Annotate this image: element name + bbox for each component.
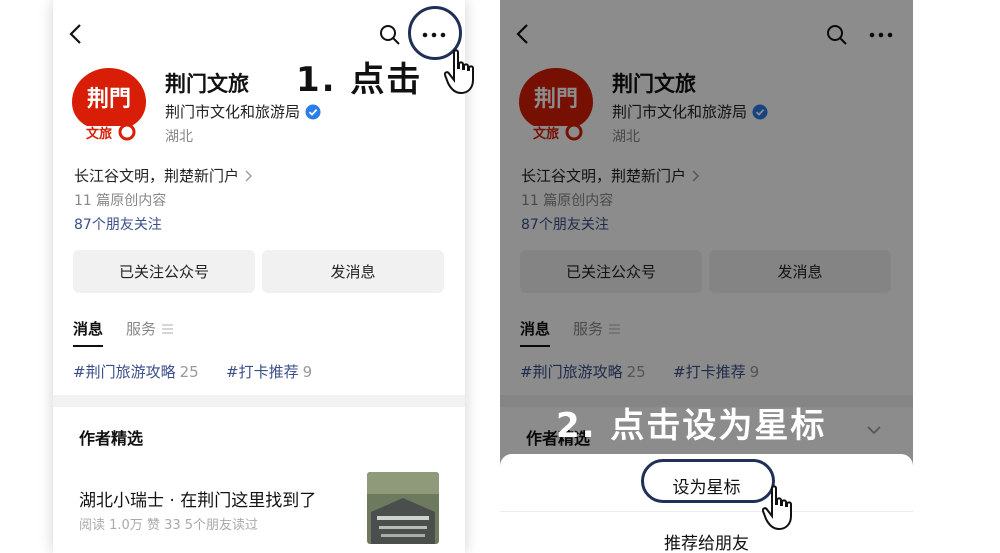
logo-top-text: 荆門 <box>87 86 131 112</box>
logo-top-text: 荆門 <box>534 86 578 112</box>
search-icon[interactable] <box>379 24 401 46</box>
back-arrow-icon[interactable] <box>514 22 532 46</box>
highlight-ring-set-star <box>641 459 775 503</box>
section-separator <box>53 395 465 407</box>
articles-count: 11 篇原创内容 <box>521 193 614 209</box>
hand-cursor-icon <box>762 485 792 531</box>
featured-section-title: 作者精选 <box>79 429 144 448</box>
account-logo: 荆門 文旅 <box>72 68 146 142</box>
verified-icon <box>305 104 321 119</box>
tag-checkin[interactable]: #打卡推荐 9 <box>226 361 312 382</box>
logo-bottom-text: 文旅 <box>86 126 112 142</box>
followed-button[interactable]: 已关注公众号 <box>73 250 255 293</box>
friends-following-link[interactable]: 87个朋友关注 <box>74 214 162 234</box>
tag-count: 25 <box>179 363 199 381</box>
menu-icon <box>609 323 621 334</box>
tab-services-label: 服务 <box>573 320 604 338</box>
tag-count: 9 <box>749 363 760 381</box>
tab-messages[interactable]: 消息 <box>520 318 551 347</box>
chevron-right-icon <box>692 170 700 181</box>
account-slogan[interactable]: 长江谷文明，荆楚新门户 <box>521 165 700 186</box>
tag-checkin[interactable]: #打卡推荐 9 <box>673 361 759 382</box>
tab-services-label: 服务 <box>126 320 157 338</box>
tab-services[interactable]: 服务 <box>126 318 174 339</box>
tab-messages[interactable]: 消息 <box>73 318 104 347</box>
sheet-divider <box>500 511 913 512</box>
account-org-label: 荆门市文化和旅游局 <box>165 103 301 121</box>
account-region: 湖北 <box>612 129 640 145</box>
tag-label: #打卡推荐 <box>226 363 299 381</box>
articles-count: 11 篇原创内容 <box>74 193 167 209</box>
logo-bottom-text: 文旅 <box>533 126 559 142</box>
step-1-label: 1. 点击 <box>296 60 423 100</box>
more-icon[interactable] <box>866 24 896 46</box>
tab-services[interactable]: 服务 <box>573 318 621 339</box>
send-message-button[interactable]: 发消息 <box>262 250 444 293</box>
account-org-label: 荆门市文化和旅游局 <box>612 103 748 121</box>
search-icon[interactable] <box>826 24 848 46</box>
verified-icon <box>752 104 768 119</box>
account-name: 荆门文旅 <box>612 72 696 96</box>
account-slogan-text: 长江谷文明，荆楚新门户 <box>74 167 240 185</box>
featured-article-meta: 阅读 1.0万 赞 33 5个朋友读过 <box>79 518 259 533</box>
back-arrow-icon[interactable] <box>67 22 85 46</box>
account-slogan-text: 长江谷文明，荆楚新门户 <box>521 167 687 185</box>
account-logo: 荆門 文旅 <box>519 68 593 142</box>
account-region: 湖北 <box>165 129 193 145</box>
tag-label: #荆门旅游攻略 <box>520 363 623 381</box>
hand-cursor-icon <box>444 49 474 95</box>
tag-label: #荆门旅游攻略 <box>73 363 176 381</box>
chevron-right-icon <box>245 170 253 181</box>
featured-article-title[interactable]: 湖北小瑞士 · 在荆门这里找到了 <box>79 486 316 511</box>
tag-label: #打卡推荐 <box>673 363 746 381</box>
friends-following-link[interactable]: 87个朋友关注 <box>521 214 609 234</box>
tag-count: 9 <box>302 363 313 381</box>
account-name: 荆门文旅 <box>165 72 249 96</box>
account-org: 荆门市文化和旅游局 <box>612 101 768 122</box>
tag-travel-guide[interactable]: #荆门旅游攻略 25 <box>73 361 199 382</box>
account-slogan[interactable]: 长江谷文明，荆楚新门户 <box>74 165 253 186</box>
send-message-button[interactable]: 发消息 <box>709 250 891 293</box>
account-org: 荆门市文化和旅游局 <box>165 101 321 122</box>
step-2-label: 2. 点击设为星标 <box>556 406 827 446</box>
article-thumbnail[interactable] <box>367 472 439 544</box>
recommend-to-friend-option[interactable]: 推荐给朋友 <box>500 529 913 553</box>
chevron-down-icon[interactable] <box>866 424 882 436</box>
menu-icon <box>162 323 174 334</box>
tag-count: 25 <box>626 363 646 381</box>
tag-travel-guide[interactable]: #荆门旅游攻略 25 <box>520 361 646 382</box>
followed-button[interactable]: 已关注公众号 <box>520 250 702 293</box>
tutorial-stage: 荆門 文旅 荆门文旅 荆门市文化和旅游局 湖北 长江谷文明，荆楚新门户 11 篇… <box>0 0 1000 553</box>
